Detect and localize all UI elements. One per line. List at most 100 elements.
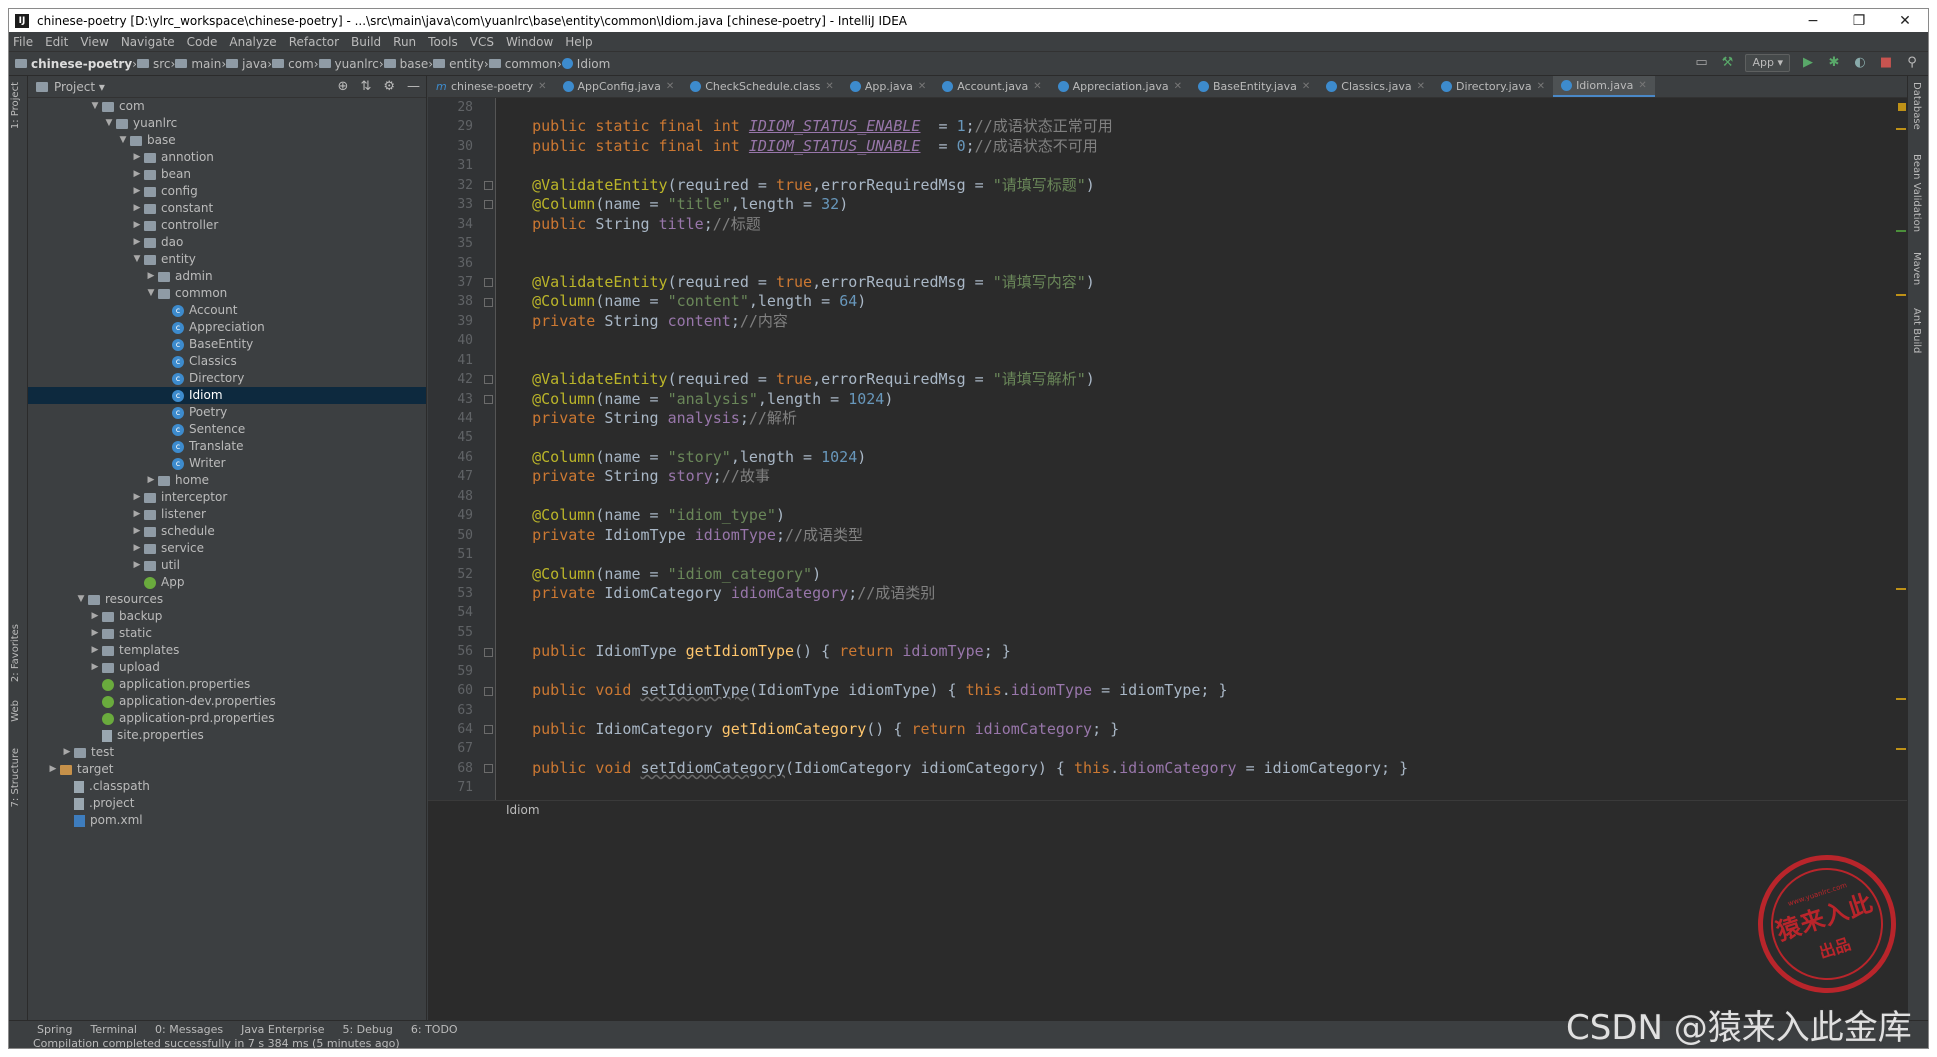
editor-tab[interactable]: Directory.java ✕	[1433, 76, 1553, 97]
project-tool-tab[interactable]: 1: Project	[10, 82, 21, 129]
menu-run[interactable]: Run	[393, 35, 416, 49]
expanded-arrow-icon[interactable]: ▼	[88, 98, 102, 115]
stripe-mark[interactable]	[1896, 294, 1906, 296]
stripe-mark[interactable]	[1896, 698, 1906, 700]
fold-marker-icon[interactable]	[484, 297, 493, 307]
editor-tab[interactable]: m chinese-poetry ✕	[428, 76, 555, 97]
minimize-button[interactable]: −	[1790, 13, 1836, 29]
debug-icon[interactable]: ✱	[1826, 55, 1842, 71]
collapsed-arrow-icon[interactable]: ▶	[60, 744, 74, 761]
run-icon[interactable]: ▶	[1800, 55, 1816, 71]
tree-item[interactable]: c Appreciation	[28, 319, 426, 336]
menu-window[interactable]: Window	[506, 35, 553, 49]
web-tool-tab[interactable]: Web	[10, 700, 21, 722]
tree-item[interactable]: ▶ bean	[28, 166, 426, 183]
breadcrumb-item[interactable]: com	[272, 57, 314, 71]
tree-item[interactable]: application.properties	[28, 676, 426, 693]
editor-tab[interactable]: App.java ✕	[842, 76, 934, 97]
close-tab-icon[interactable]: ✕	[1033, 81, 1041, 92]
tree-item[interactable]: ▼ resources	[28, 591, 426, 608]
toolwindow-messages[interactable]: 0: Messages	[155, 1023, 223, 1036]
toolwindow-spring[interactable]: Spring	[37, 1023, 73, 1036]
tree-item[interactable]: ▶ static	[28, 625, 426, 642]
tree-item[interactable]: ▶ controller	[28, 217, 426, 234]
tree-item[interactable]: ▼ base	[28, 132, 426, 149]
collapsed-arrow-icon[interactable]: ▶	[130, 149, 144, 166]
editor-tab[interactable]: AppConfig.java ✕	[555, 76, 683, 97]
fold-marker-icon[interactable]	[484, 686, 493, 696]
collapsed-arrow-icon[interactable]: ▶	[46, 761, 60, 778]
tree-item[interactable]: ▶ util	[28, 557, 426, 574]
expanded-arrow-icon[interactable]: ▼	[116, 132, 130, 149]
fold-marker-icon[interactable]	[484, 180, 493, 190]
breadcrumb-item[interactable]: main	[175, 57, 221, 71]
collapsed-arrow-icon[interactable]: ▶	[88, 608, 102, 625]
tree-item[interactable]: c Account	[28, 302, 426, 319]
menu-edit[interactable]: Edit	[45, 35, 68, 49]
run-configuration-select[interactable]: App ▾	[1745, 54, 1790, 72]
close-tab-icon[interactable]: ✕	[666, 81, 674, 92]
editor-tab[interactable]: Classics.java ✕	[1318, 76, 1433, 97]
menu-code[interactable]: Code	[187, 35, 218, 49]
breadcrumb-item[interactable]: entity	[433, 57, 484, 71]
tree-item[interactable]: ▶ backup	[28, 608, 426, 625]
collapsed-arrow-icon[interactable]: ▶	[144, 472, 158, 489]
tree-item[interactable]: c Classics	[28, 353, 426, 370]
collapsed-arrow-icon[interactable]: ▶	[130, 166, 144, 183]
tree-item[interactable]: application-prd.properties	[28, 710, 426, 727]
tree-item[interactable]: c Idiom	[28, 387, 426, 404]
project-structure-icon[interactable]: ▭	[1693, 55, 1709, 71]
code-editor[interactable]: public static final int IDIOM_STATUS_ENA…	[496, 98, 1536, 800]
tree-item[interactable]: ▼ com	[28, 98, 426, 115]
breadcrumb-item[interactable]: src	[136, 57, 171, 71]
stripe-mark[interactable]	[1896, 230, 1906, 232]
collapsed-arrow-icon[interactable]: ▶	[144, 268, 158, 285]
tree-item[interactable]: ▼ yuanlrc	[28, 115, 426, 132]
toolwindow-java-enterprise[interactable]: Java Enterprise	[241, 1023, 324, 1036]
tree-item[interactable]: c Sentence	[28, 421, 426, 438]
stop-icon[interactable]: ■	[1878, 55, 1894, 71]
menu-file[interactable]: File	[13, 35, 33, 49]
fold-marker-icon[interactable]	[484, 278, 493, 288]
close-tab-icon[interactable]: ✕	[1302, 81, 1310, 92]
expanded-arrow-icon[interactable]: ▼	[102, 115, 116, 132]
coverage-icon[interactable]: ◐	[1852, 55, 1868, 71]
collapse-all-icon[interactable]: ⇅	[360, 79, 371, 94]
editor-tab[interactable]: CheckSchedule.class ✕	[682, 76, 842, 97]
menu-help[interactable]: Help	[565, 35, 592, 49]
database-tool-tab[interactable]: Database	[1911, 82, 1922, 130]
stripe-mark[interactable]	[1896, 588, 1906, 590]
tree-item[interactable]: c Writer	[28, 455, 426, 472]
search-everywhere-icon[interactable]: ⚲	[1904, 55, 1920, 71]
close-tab-icon[interactable]: ✕	[1174, 81, 1182, 92]
inspection-status-icon[interactable]	[1898, 103, 1906, 111]
close-button[interactable]: ✕	[1882, 13, 1928, 29]
tree-item[interactable]: c Directory	[28, 370, 426, 387]
collapsed-arrow-icon[interactable]: ▶	[130, 523, 144, 540]
tree-item[interactable]: ▶ admin	[28, 268, 426, 285]
structure-tool-tab[interactable]: 7: Structure	[10, 748, 21, 807]
breadcrumb-item[interactable]: java	[226, 57, 267, 71]
fold-marker-icon[interactable]	[484, 375, 493, 385]
tree-item[interactable]: site.properties	[28, 727, 426, 744]
tree-item[interactable]: c Translate	[28, 438, 426, 455]
fold-marker-icon[interactable]	[484, 394, 493, 404]
stripe-mark[interactable]	[1896, 748, 1906, 750]
close-tab-icon[interactable]: ✕	[918, 81, 926, 92]
breadcrumb-item[interactable]: common	[488, 57, 557, 71]
tree-item[interactable]: ▶ test	[28, 744, 426, 761]
tree-item[interactable]: ▶ home	[28, 472, 426, 489]
toolwindow-debug[interactable]: 5: Debug	[342, 1023, 392, 1036]
collapsed-arrow-icon[interactable]: ▶	[88, 659, 102, 676]
hide-panel-icon[interactable]: —	[407, 79, 420, 94]
menu-view[interactable]: View	[80, 35, 108, 49]
breadcrumb-item[interactable]: base	[383, 57, 428, 71]
collapsed-arrow-icon[interactable]: ▶	[130, 183, 144, 200]
tree-item[interactable]: ▶ annotion	[28, 149, 426, 166]
collapsed-arrow-icon[interactable]: ▶	[130, 217, 144, 234]
ant-build-tool-tab[interactable]: Ant Build	[1911, 308, 1922, 353]
tree-item[interactable]: application-dev.properties	[28, 693, 426, 710]
menu-navigate[interactable]: Navigate	[121, 35, 175, 49]
settings-gear-icon[interactable]: ⚙	[383, 79, 395, 94]
toolwindow-todo[interactable]: 6: TODO	[411, 1023, 458, 1036]
